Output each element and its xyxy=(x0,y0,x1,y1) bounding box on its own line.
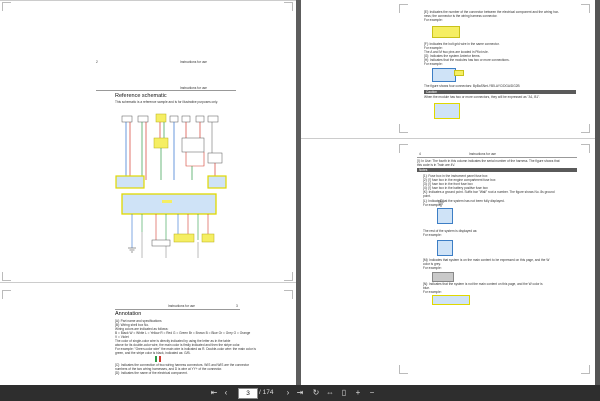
page-total: / 174 xyxy=(259,388,273,398)
top-text-block: [E]: Indicates the number of the connect… xyxy=(424,10,554,22)
zoom-out-icon[interactable]: − xyxy=(368,388,376,398)
viewer-toolbar: ⇤ ‹ 3 / 174 › ⇥ ↻ ⇔ ▯ + − xyxy=(0,385,600,401)
lower-text-block: [N]: Indicates that the system is not th… xyxy=(423,282,578,294)
blue-system-figure xyxy=(432,295,470,305)
page-number: 4 xyxy=(419,152,421,156)
wire-sample-red xyxy=(159,356,161,362)
caution-label: Caution xyxy=(426,90,437,94)
text-line: For example: xyxy=(423,290,578,294)
annotation-title: Annotation xyxy=(115,311,141,317)
crop-mark xyxy=(284,272,293,281)
crop-mark xyxy=(581,365,590,374)
text-block: [I]: In Use: The fourth in this column i… xyxy=(417,159,577,167)
caution-figure xyxy=(434,103,460,119)
vertical-scrollbar[interactable] xyxy=(595,0,600,385)
first-page-icon[interactable]: ⇤ xyxy=(210,388,218,398)
running-header: Instructions for use xyxy=(469,152,496,156)
crop-mark xyxy=(581,144,590,153)
crop-mark xyxy=(581,4,590,13)
crop-mark xyxy=(2,2,11,11)
text-line: For example: xyxy=(423,233,578,237)
crop-mark xyxy=(399,144,408,153)
crop-mark xyxy=(284,290,293,299)
wire-sample-figure xyxy=(115,355,275,363)
lower-text-block: The rest of the system is displayed as: … xyxy=(423,229,578,237)
module-figure xyxy=(432,68,456,82)
text-block: [F]: Indicates the bolt grid wire in the… xyxy=(424,42,554,66)
document-viewer[interactable]: 2 Instructions for use Instructions for … xyxy=(0,0,600,385)
note-header: Notes xyxy=(417,168,577,172)
text-line: For example: xyxy=(424,18,554,22)
crop-mark xyxy=(284,2,293,11)
page-number: 3 xyxy=(236,304,238,308)
last-page-icon[interactable]: ⇥ xyxy=(296,388,304,398)
crop-mark xyxy=(2,290,11,299)
page-break xyxy=(0,282,296,283)
wire-sample-green xyxy=(155,356,157,362)
fit-width-icon[interactable]: ⇔ xyxy=(326,388,334,398)
page-left: 2 Instructions for use Instructions for … xyxy=(0,0,296,385)
section-intro: This schematic is a reference sample and… xyxy=(115,100,218,104)
crop-mark xyxy=(399,124,408,133)
text-line: The figure shows four connectors: BpBaSN… xyxy=(424,84,520,88)
crop-mark xyxy=(399,4,408,13)
text-line: For example: xyxy=(424,62,554,66)
note-line: point. xyxy=(423,194,578,198)
crop-mark xyxy=(399,365,408,374)
header-rule xyxy=(96,90,236,91)
running-header: Instructions for use xyxy=(180,60,207,64)
wiring-schematic xyxy=(112,108,242,268)
section-title: Reference schematic xyxy=(115,93,167,99)
header-rule xyxy=(115,309,240,310)
rotate-icon[interactable]: ↻ xyxy=(312,388,320,398)
next-page-icon[interactable]: › xyxy=(284,388,292,398)
lower-text-block: [M]: Indicates that system is on the mai… xyxy=(423,258,578,270)
page-edge xyxy=(0,0,296,1)
connector-figure xyxy=(432,26,460,38)
page-right: [E]: Indicates the number of the connect… xyxy=(301,0,600,385)
running-header: Instructions for use xyxy=(168,304,195,308)
page-gutter xyxy=(296,0,301,385)
running-header: Instructions for use xyxy=(180,86,207,90)
caution-text: When the module has two or more connecto… xyxy=(424,95,540,99)
crop-mark xyxy=(581,124,590,133)
text-line: this code is in Train are 4V. xyxy=(417,163,577,167)
page-number-input[interactable]: 3 xyxy=(238,388,258,399)
text-line: For example: xyxy=(423,266,578,270)
header-rule xyxy=(417,157,577,158)
single-page-icon[interactable]: ▯ xyxy=(340,388,348,398)
annotation-line: [D]: Indicates the name of the electrica… xyxy=(115,371,275,375)
partial-system-figure xyxy=(437,208,453,224)
note-line: For example: xyxy=(423,203,442,207)
annotation-list: [A]: Part name and specifications [B]: W… xyxy=(115,319,275,375)
caution-header: Caution xyxy=(424,90,576,94)
note-label: Notes xyxy=(419,168,427,172)
page-break xyxy=(301,138,600,139)
notes-list: [1]: Fuse box in the instrument panel fu… xyxy=(423,174,578,198)
page-number: 2 xyxy=(96,60,98,64)
previous-page-icon[interactable]: ‹ xyxy=(222,388,230,398)
crop-mark xyxy=(2,272,11,281)
note-line: [K]: Indicates a ground point. Suffix ba… xyxy=(423,190,578,194)
zoom-in-icon[interactable]: + xyxy=(354,388,362,398)
connector-figure xyxy=(454,70,464,76)
rest-system-figure xyxy=(437,240,453,256)
grey-system-figure xyxy=(432,272,454,282)
